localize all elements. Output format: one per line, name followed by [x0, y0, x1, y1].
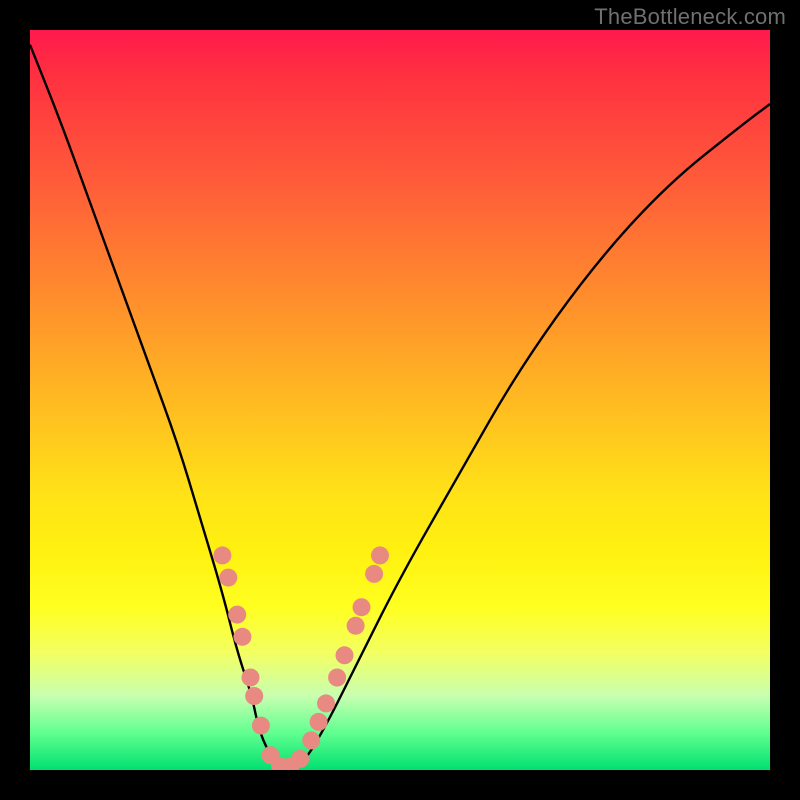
- highlight-dot: [336, 646, 354, 664]
- watermark-text: TheBottleneck.com: [594, 4, 786, 30]
- highlight-dot: [365, 565, 383, 583]
- highlight-dot: [328, 669, 346, 687]
- highlight-dot: [291, 750, 309, 768]
- highlight-dot: [233, 628, 251, 646]
- chart-svg: [30, 30, 770, 770]
- highlight-dot: [371, 546, 389, 564]
- highlight-dot: [252, 717, 270, 735]
- highlight-dot: [317, 694, 335, 712]
- highlight-dot: [347, 617, 365, 635]
- highlight-dot: [228, 606, 246, 624]
- highlight-dot: [353, 598, 371, 616]
- highlight-dot: [213, 546, 231, 564]
- chart-frame: [30, 30, 770, 770]
- highlight-dot: [242, 669, 260, 687]
- highlight-dot: [302, 731, 320, 749]
- highlight-dot: [219, 569, 237, 587]
- highlight-dot: [310, 713, 328, 731]
- bottleneck-curve: [30, 45, 770, 768]
- highlight-dot: [245, 687, 263, 705]
